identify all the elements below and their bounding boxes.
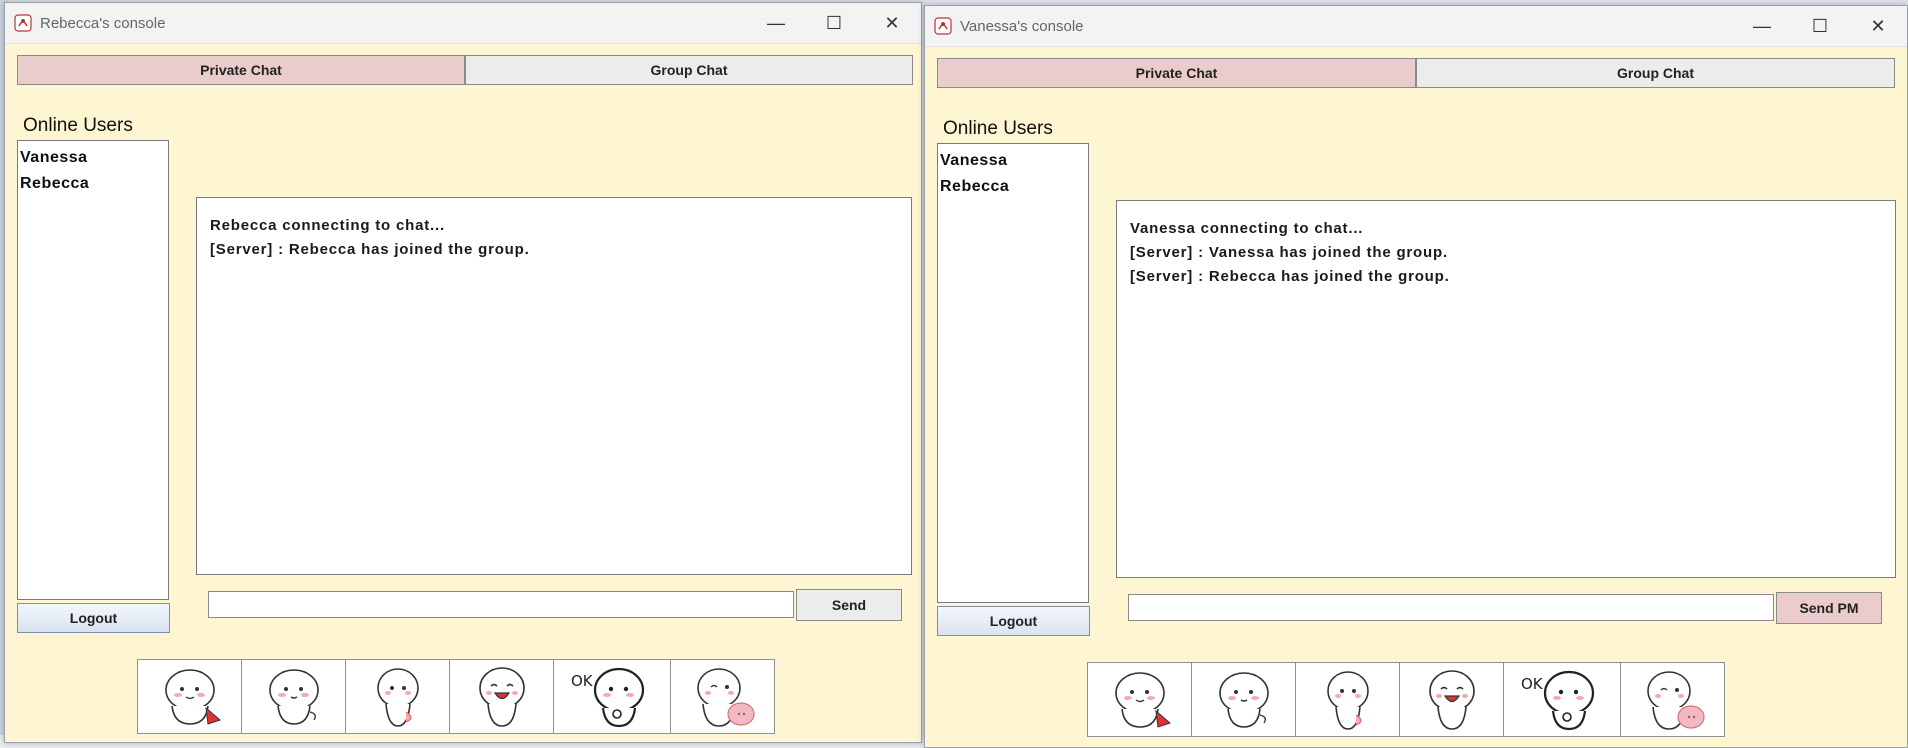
java-app-icon [934, 17, 952, 35]
sticker-ok-icon: OK [571, 667, 645, 727]
maximize-icon: ☐ [1811, 15, 1829, 36]
sticker-peek-button[interactable] [345, 659, 450, 734]
sticker-pig-button[interactable] [670, 659, 775, 734]
sticker-peek-button[interactable] [1295, 662, 1400, 737]
sticker-wave-icon [1114, 671, 1171, 728]
sticker-ok-button[interactable]: OK [553, 659, 671, 734]
sticker-wave-icon [164, 668, 221, 725]
online-users-list[interactable]: Vanessa Rebecca [17, 140, 169, 600]
close-button[interactable]: ✕ [863, 3, 921, 43]
maximize-icon: ☐ [825, 12, 843, 33]
online-users-list[interactable]: Vanessa Rebecca [937, 143, 1089, 603]
window-title: Vanessa's console [960, 17, 1084, 35]
sticker-wave-button[interactable] [1087, 662, 1192, 737]
sticker-laugh-icon [478, 666, 525, 727]
sticker-shy-button[interactable] [241, 659, 346, 734]
sticker-shy-button[interactable] [1191, 662, 1296, 737]
sticker-pig-icon [696, 667, 755, 727]
chat-message: Rebecca connecting to chat... [210, 217, 445, 234]
tab-group-chat[interactable]: Group Chat [465, 55, 913, 85]
vanessa-console-window: Vanessa's console — ☐ ✕ Private Chat Gro… [924, 5, 1908, 748]
title-bar[interactable]: Rebecca's console — ☐ ✕ [5, 3, 921, 44]
minimize-icon: — [767, 12, 785, 33]
sticker-peek-icon [1326, 670, 1369, 730]
list-item-user[interactable]: Rebecca [18, 171, 168, 197]
online-users-label: Online Users [943, 118, 1053, 139]
sticker-shy-icon [268, 668, 319, 725]
sticker-ok-text: OK [1521, 675, 1544, 693]
java-app-icon [14, 14, 32, 32]
tab-group-chat-label: Group Chat [650, 62, 728, 78]
chat-message-area[interactable]: Rebecca connecting to chat... [Server] :… [196, 197, 912, 575]
chat-message: [Server] : Vanessa has joined the group. [1130, 244, 1448, 261]
sticker-ok-icon: OK [1521, 670, 1595, 730]
close-icon: ✕ [884, 12, 900, 33]
list-item-user[interactable]: Rebecca [938, 174, 1088, 200]
list-item-user[interactable]: Vanessa [938, 148, 1088, 174]
maximize-button[interactable]: ☐ [1791, 6, 1849, 46]
tab-private-chat[interactable]: Private Chat [937, 58, 1416, 88]
sticker-bar: OK [1087, 662, 1725, 737]
logout-button[interactable]: Logout [937, 606, 1090, 636]
chat-message-area[interactable]: Vanessa connecting to chat... [Server] :… [1116, 200, 1896, 578]
minimize-icon: — [1753, 15, 1771, 36]
tab-group-chat[interactable]: Group Chat [1416, 58, 1895, 88]
tab-private-chat-label: Private Chat [200, 62, 282, 78]
message-input[interactable] [208, 591, 794, 618]
close-icon: ✕ [1870, 15, 1886, 36]
sticker-laugh-button[interactable] [449, 659, 554, 734]
sticker-laugh-icon [1428, 669, 1475, 730]
sticker-wave-button[interactable] [137, 659, 242, 734]
maximize-button[interactable]: ☐ [805, 3, 863, 43]
window-title: Rebecca's console [40, 14, 166, 32]
online-users-label: Online Users [23, 115, 133, 136]
chat-message: [Server] : Rebecca has joined the group. [210, 241, 530, 258]
sticker-laugh-button[interactable] [1399, 662, 1504, 737]
chat-message: [Server] : Rebecca has joined the group. [1130, 268, 1450, 285]
close-button[interactable]: ✕ [1849, 6, 1907, 46]
tab-private-chat-label: Private Chat [1135, 65, 1218, 81]
sticker-pig-icon [1646, 670, 1705, 730]
minimize-button[interactable]: — [1733, 6, 1791, 46]
logout-button[interactable]: Logout [17, 603, 170, 633]
sticker-pig-button[interactable] [1620, 662, 1725, 737]
tab-private-chat[interactable]: Private Chat [17, 55, 465, 85]
minimize-button[interactable]: — [747, 3, 805, 43]
send-pm-button[interactable]: Send PM [1776, 592, 1882, 624]
list-item-user[interactable]: Vanessa [18, 145, 168, 171]
rebecca-console-window: Rebecca's console — ☐ ✕ Private Chat Gro… [4, 2, 922, 743]
send-button[interactable]: Send [796, 589, 902, 621]
sticker-bar: OK [137, 659, 775, 734]
sticker-ok-text: OK [571, 672, 594, 690]
sticker-ok-button[interactable]: OK [1503, 662, 1621, 737]
chat-message: Vanessa connecting to chat... [1130, 220, 1364, 237]
message-input[interactable] [1128, 594, 1774, 621]
title-bar[interactable]: Vanessa's console — ☐ ✕ [925, 6, 1907, 47]
sticker-peek-icon [376, 667, 419, 727]
tab-group-chat-label: Group Chat [1617, 65, 1694, 81]
sticker-shy-icon [1218, 671, 1269, 728]
